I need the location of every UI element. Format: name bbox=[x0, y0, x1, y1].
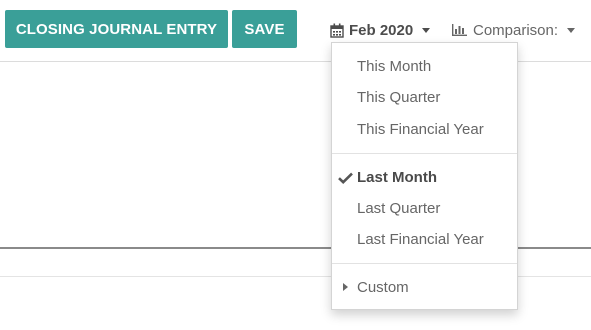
menu-item-label: Custom bbox=[357, 278, 409, 296]
date-filter-label: Feb 2020 bbox=[349, 21, 414, 39]
menu-item-last-quarter[interactable]: Last Quarter bbox=[357, 197, 440, 219]
menu-item-this-quarter[interactable]: This Quarter bbox=[357, 86, 440, 108]
save-button[interactable]: SAVE bbox=[232, 10, 297, 48]
caret-down-icon bbox=[567, 28, 576, 33]
menu-item-last-month[interactable]: Last Month bbox=[357, 166, 437, 188]
comparison-filter-toggle[interactable]: Comparison: bbox=[451, 18, 576, 42]
save-label: SAVE bbox=[244, 20, 285, 38]
bar-chart-icon bbox=[451, 23, 468, 37]
calendar-icon bbox=[330, 23, 344, 38]
date-filter-dropdown: This Month This Quarter This Financial Y… bbox=[331, 42, 518, 310]
menu-item-label: Last Financial Year bbox=[357, 230, 484, 248]
date-filter-toggle[interactable]: Feb 2020 bbox=[330, 18, 431, 42]
menu-item-label: This Month bbox=[357, 57, 432, 75]
menu-item-custom[interactable]: Custom bbox=[357, 276, 409, 298]
menu-item-label: Last Quarter bbox=[357, 199, 441, 217]
menu-item-last-financial-year[interactable]: Last Financial Year bbox=[357, 228, 484, 250]
closing-journal-entry-label: CLOSING JOURNAL ENTRY bbox=[15, 20, 218, 38]
menu-item-label: This Quarter bbox=[357, 88, 441, 106]
menu-divider bbox=[332, 263, 517, 264]
menu-divider bbox=[332, 153, 517, 154]
menu-item-label: Last Month bbox=[357, 168, 437, 186]
menu-item-this-month[interactable]: This Month bbox=[357, 55, 431, 77]
closing-journal-entry-button[interactable]: CLOSING JOURNAL ENTRY bbox=[5, 10, 228, 48]
menu-item-this-financial-year[interactable]: This Financial Year bbox=[357, 118, 484, 140]
check-icon bbox=[338, 167, 354, 189]
comparison-filter-label: Comparison: bbox=[473, 21, 559, 39]
caret-down-icon bbox=[422, 28, 431, 33]
menu-item-label: This Financial Year bbox=[357, 120, 484, 138]
caret-right-icon bbox=[343, 283, 348, 291]
